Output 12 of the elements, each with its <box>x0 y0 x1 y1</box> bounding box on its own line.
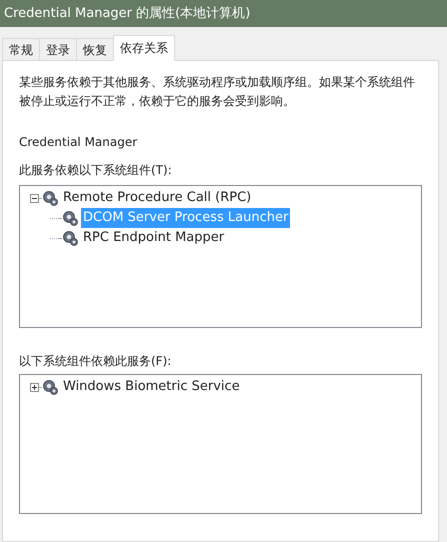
description-text: 某些服务依赖于其他服务、系统驱动程序或加载顺序组。如果某个系统组件被停止或运行不正常，依赖于它的服务会受到影响。 <box>19 74 416 110</box>
tree-item[interactable]: Remote Procedure Call (RPC) <box>61 188 254 208</box>
service-name: Credential Manager <box>19 134 138 151</box>
expand-icon[interactable] <box>30 382 39 392</box>
collapse-icon[interactable] <box>30 194 39 202</box>
field-label: 此服务依赖以下系统组件(T): <box>19 162 173 179</box>
tree-item[interactable]: RPC Endpoint Mapper <box>81 228 226 248</box>
window-title: Credential Manager 的属性(本地计算机) <box>4 4 250 23</box>
tab[interactable]: 依存关系 <box>113 35 175 61</box>
tab[interactable]: 常规 <box>2 38 40 61</box>
field-label: 以下系统组件依赖此服务(F): <box>19 353 172 370</box>
tree-item[interactable]: Windows Biometric Service <box>61 377 242 397</box>
